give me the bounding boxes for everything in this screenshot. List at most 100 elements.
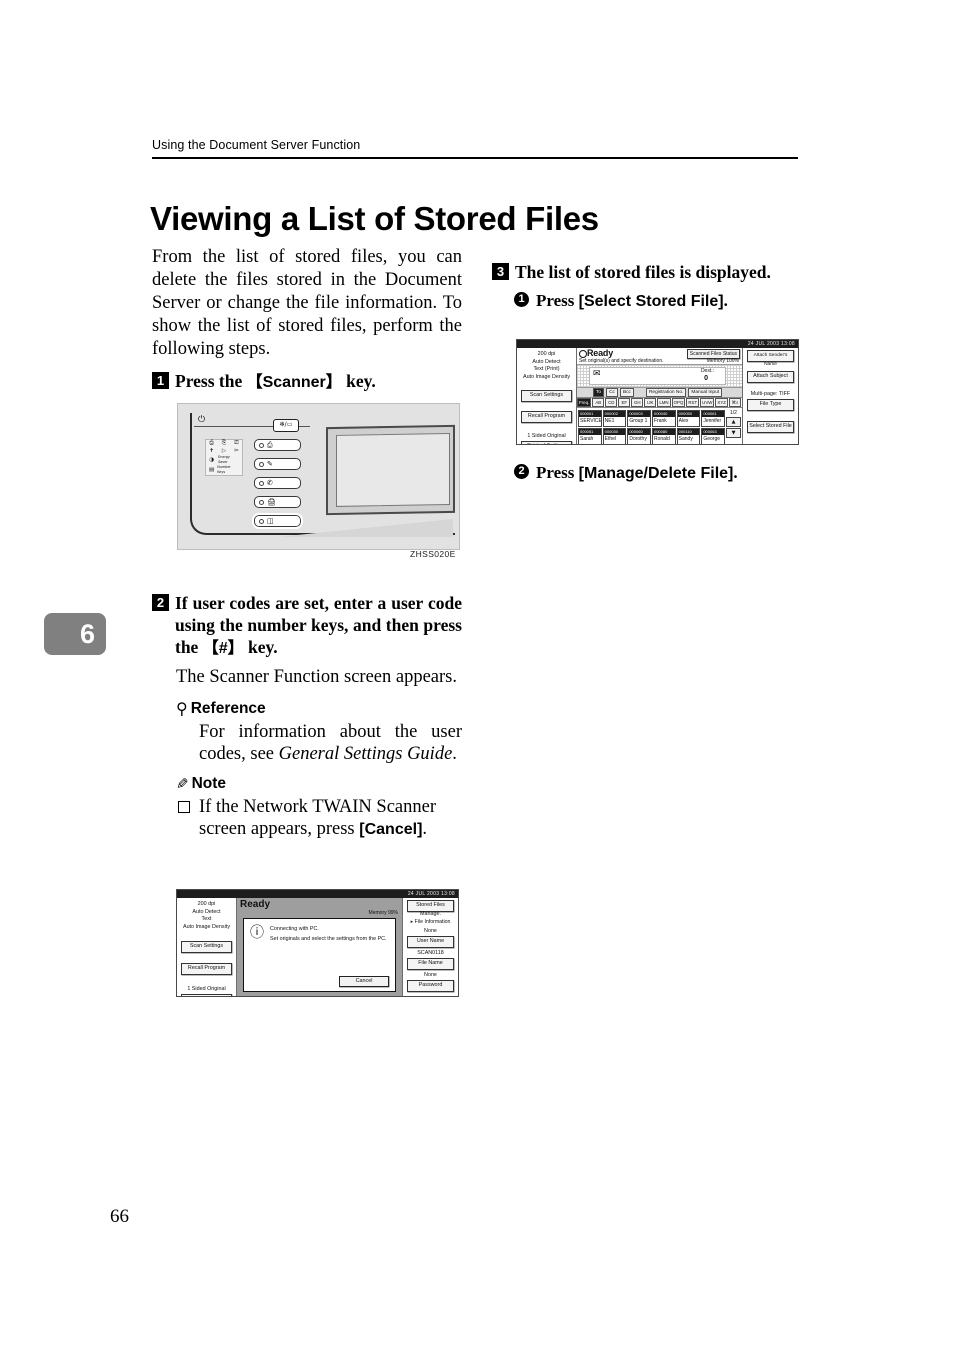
- attach-subject-button[interactable]: Attach Subject: [747, 371, 794, 383]
- twain-user-name-button[interactable]: User Name: [407, 936, 454, 948]
- indicator-icon-1: ⎙: [209, 440, 214, 447]
- scanner-key-label: 【Scanner】: [246, 374, 342, 391]
- address-cell[interactable]: 000001 SERVICE: [578, 410, 602, 427]
- address-cell[interactable]: 000002 NE1: [602, 410, 627, 427]
- address-cell[interactable]: 000060 Dorothy: [627, 428, 651, 444]
- tab-registration-no[interactable]: Registration No.: [645, 388, 687, 397]
- page-number: 66: [110, 1206, 129, 1227]
- indicator-icon-4: ✝: [209, 447, 214, 454]
- step-2: 2 If user codes are set, enter a user cod…: [152, 592, 462, 660]
- address-name: Sarah: [580, 435, 594, 442]
- scanner-key[interactable]: ◫: [252, 513, 303, 529]
- address-cell[interactable]: 000061 Jennifer: [701, 410, 725, 427]
- search-icon[interactable]: ⌘⌕: [728, 398, 741, 407]
- indicator-label-number: Number Keys: [217, 465, 231, 474]
- alpha-tab-ijk[interactable]: IJK: [644, 398, 657, 407]
- left-column: From the list of stored files, you can d…: [152, 246, 462, 400]
- figure-caption: ZHSS020E: [410, 549, 456, 559]
- twain-recall-program-button[interactable]: Recall Program: [181, 963, 232, 976]
- twain-setting-line-3: Text: [201, 916, 212, 923]
- twain-stored-files-manage-button[interactable]: Stored Files Manage.: [407, 900, 454, 917]
- alpha-tab-uvw[interactable]: UVW: [700, 398, 715, 407]
- indicator-icon-2: ⎘: [221, 440, 227, 447]
- hash-key-label: 【#】: [202, 640, 244, 657]
- alpha-tab-freq[interactable]: Freq.: [577, 398, 592, 407]
- panel-display-screen[interactable]: [336, 432, 450, 507]
- address-cell[interactable]: 000080 Ronald: [651, 428, 676, 444]
- destination-icon: ✉: [593, 369, 601, 379]
- address-cell[interactable]: 000040 Frank: [651, 410, 676, 427]
- address-grid-wrapper: 000001 SERVICE 000002 NE1 000003 Group 1 00…: [577, 408, 742, 444]
- twain-password-button[interactable]: Password: [407, 980, 454, 992]
- alpha-tab-cd[interactable]: CD: [605, 398, 618, 407]
- reference-body: For information about the user codes, se…: [199, 721, 462, 765]
- header-rule: [152, 157, 798, 159]
- address-cell[interactable]: 000050 Alex: [676, 410, 701, 427]
- tab-bcc[interactable]: Bcc: [619, 388, 634, 397]
- twain-dialog-line-1: Connecting with PC.: [270, 926, 319, 932]
- tab-cc[interactable]: Cc: [606, 388, 618, 397]
- document-server-key[interactable]: ✎: [254, 458, 301, 470]
- scanner-setting-line-2: Auto Detect: [532, 358, 561, 365]
- twain-main-area: Ready Memory 99% ⓘ Connecting with PC. S…: [237, 898, 402, 996]
- alpha-tab-opq[interactable]: OPQ: [671, 398, 686, 407]
- alpha-tab-xyz[interactable]: XYZ: [715, 398, 728, 407]
- control-panel-illustration: ⏻ ✻/▭ ⎙ ⎘ ⎚ ✝ ▷ ✂ ◑ Energy Saver ▤ Number…: [177, 403, 460, 550]
- facsimile-key-led: [259, 481, 264, 486]
- scanner-scan-settings-button[interactable]: Scan Settings: [521, 390, 572, 403]
- copy-key[interactable]: ⎙: [254, 439, 301, 451]
- step-3-number: 3: [492, 263, 509, 280]
- address-cell[interactable]: 000003 Group 1: [627, 410, 651, 427]
- select-stored-file-label: [Select Stored File]: [578, 293, 724, 310]
- address-cell[interactable]: 000030 Ethel: [602, 428, 627, 444]
- facsimile-key-icon: ✆: [267, 479, 273, 487]
- address-pager: 1/2 ▲ ▼: [726, 410, 741, 444]
- scanner-key-icon: ◫: [267, 517, 274, 525]
- address-name: Group 1: [629, 417, 648, 424]
- select-stored-file-button[interactable]: Select Stored File: [747, 421, 794, 433]
- destination-area: ✉ Dest.: 0: [577, 365, 742, 388]
- chapter-tab: 6: [44, 613, 106, 655]
- tab-manual-input[interactable]: Manual Input: [688, 388, 723, 397]
- address-cell[interactable]: 000051 Sarah: [578, 428, 602, 444]
- printer-key-led: [259, 500, 264, 505]
- scanner-left-panel: 200 dpi Auto Detect Text (Print) Auto Im…: [517, 348, 577, 444]
- alpha-tab-gh[interactable]: GH: [631, 398, 644, 407]
- page-down-icon[interactable]: ▼: [726, 428, 741, 438]
- address-name: NE1: [604, 417, 615, 424]
- address-cell[interactable]: 000110 Sandy: [676, 428, 701, 444]
- store-file-button[interactable]: Store File: [747, 444, 794, 445]
- attach-senders-name-button[interactable]: Attach Sender's Name: [747, 350, 794, 367]
- twain-file-information-label: ▸ File Information: [410, 919, 451, 925]
- note-bullet-icon: [178, 801, 190, 813]
- info-icon: ⓘ: [250, 925, 264, 941]
- twain-scan-settings-button[interactable]: Scan Settings: [181, 941, 232, 954]
- right-column: 3 The list of stored files is displayed. …: [492, 255, 804, 319]
- alpha-tab-ef[interactable]: EF: [618, 398, 631, 407]
- scanner-recall-program-button[interactable]: Recall Program: [521, 411, 572, 424]
- file-type-button[interactable]: File Type: [747, 399, 794, 411]
- document-server-key-led: [259, 462, 264, 467]
- scanner-original-settings-button[interactable]: Original Settings: [521, 441, 572, 444]
- alpha-tab-ab[interactable]: AB: [592, 398, 605, 407]
- substep-2: 2 Press [Manage/Delete File].: [514, 462, 804, 484]
- twain-cancel-button[interactable]: Cancel: [339, 976, 389, 987]
- twain-password-value: None: [424, 972, 437, 978]
- printer-key[interactable]: 🖨: [254, 496, 301, 508]
- scanner-setting-line-3: Text (Print): [533, 366, 560, 373]
- twain-scanner-screenshot: 24 JUL 2003 13:08 200 dpi Auto Detect Te…: [176, 889, 459, 997]
- facsimile-key[interactable]: ✆: [254, 477, 301, 489]
- twain-original-settings-button[interactable]: Original Settings: [181, 994, 232, 996]
- tab-to[interactable]: To: [593, 388, 605, 397]
- intro-paragraph: From the list of stored files, you can d…: [152, 247, 462, 359]
- twain-dialog-line-2: Set originals and select the settings fr…: [270, 936, 387, 942]
- indicator-icon-9: ▤: [208, 466, 215, 473]
- left-column-lower: 2 If user codes are set, enter a user cod…: [152, 586, 462, 845]
- page-up-icon[interactable]: ▲: [726, 417, 741, 427]
- twain-file-name-button[interactable]: File Name: [407, 958, 454, 970]
- alpha-tab-lmn[interactable]: LMN: [657, 398, 671, 407]
- alpha-tab-rst[interactable]: RST: [686, 398, 700, 407]
- note-heading-label: Note: [191, 775, 227, 792]
- scanner-main-area: Ready Set original(s) and specify destin…: [577, 348, 742, 444]
- address-cell[interactable]: 000063 George: [701, 428, 725, 444]
